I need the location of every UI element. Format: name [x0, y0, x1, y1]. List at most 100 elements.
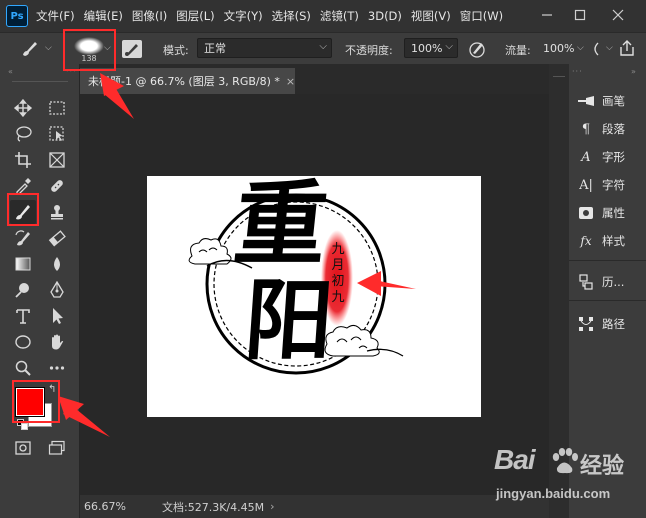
menu-image[interactable]: 图像(I) — [132, 8, 167, 24]
panel-label: 字符 — [602, 178, 625, 192]
menu-bar: Ps 文件(F) 编辑(E) 图像(I) 图层(L) 文字(Y) 选择(S) 滤… — [0, 0, 646, 32]
brush-settings-icon[interactable] — [122, 40, 142, 58]
pressure-opacity-icon[interactable] — [467, 39, 487, 62]
panel-label: 字形 — [602, 150, 625, 164]
opacity-label: 不透明度: — [345, 44, 393, 57]
watermark-url: jingyan.baidu.com — [496, 486, 611, 501]
menu-file[interactable]: 文件(F) — [36, 8, 75, 24]
panel-paragraph[interactable]: ¶ 段落 — [575, 117, 625, 141]
hand-tool-icon[interactable] — [44, 330, 70, 354]
panel-history[interactable]: 历... — [575, 270, 624, 294]
chevron-down-icon: ⌵ — [319, 41, 327, 52]
mode-dropdown[interactable]: 正常 ⌵ — [197, 38, 332, 58]
properties-icon — [575, 204, 597, 222]
glyphs-icon: A — [581, 149, 591, 165]
char-yang: 阳 — [241, 268, 337, 372]
watermark-suffix: 经验 — [580, 454, 625, 479]
collapse-right-icon[interactable]: » — [631, 67, 637, 76]
highlight-brush-tool — [7, 193, 39, 226]
panel-glyphs[interactable]: A 字形 — [575, 145, 625, 169]
flow-value: 100% — [543, 41, 575, 55]
collapse-left-icon[interactable]: « — [8, 67, 14, 76]
menu-layer[interactable]: 图层(L) — [176, 8, 214, 24]
menu-select[interactable]: 选择(S) — [272, 8, 311, 24]
panel-character[interactable]: A| 字符 — [575, 173, 625, 197]
lasso-tool-icon[interactable] — [10, 122, 36, 146]
gradient-tool-icon[interactable] — [10, 252, 36, 276]
quick-mask-icon[interactable] — [10, 436, 36, 460]
document-tab-bar: 未标题-1 @ 66.7% (图层 3, RGB/8) * × — [80, 64, 549, 94]
panel-properties[interactable]: 属性 — [575, 201, 625, 225]
menu-edit[interactable]: 编辑(E) — [84, 8, 123, 24]
flow-field[interactable]: 100% — [540, 38, 576, 58]
type-tool-icon[interactable] — [10, 304, 36, 328]
mode-label: 模式: — [163, 44, 189, 57]
pen-tool-icon[interactable] — [44, 278, 70, 302]
status-bar: 66.67% 文档:527.3K/4.45M › — [80, 495, 549, 518]
baidu-watermark: Bai 经验 jingyan.baidu.com — [494, 444, 640, 506]
document-canvas[interactable]: 重 阳 九 月 初 九 — [147, 170, 481, 417]
document-info: 文档:527.3K/4.45M — [162, 500, 265, 514]
zoom-level[interactable]: 66.67% — [84, 500, 156, 513]
document-title: 未标题-1 @ 66.7% (图层 3, RGB/8) * — [88, 75, 280, 88]
panel-styles[interactable]: fx 样式 — [575, 229, 625, 253]
menu-type[interactable]: 文字(Y) — [224, 8, 263, 24]
panel-label: 路径 — [602, 317, 625, 331]
more-chevron-icon[interactable]: ⌵ — [606, 43, 613, 53]
menu-filter[interactable]: 滤镜(T) — [320, 8, 359, 24]
more-tools-icon[interactable] — [44, 356, 70, 380]
history-brush-tool-icon[interactable] — [10, 226, 36, 250]
char-chong: 重 — [229, 170, 333, 278]
status-menu-icon[interactable]: › — [270, 500, 274, 513]
seal-text: 九 月 初 九 — [329, 242, 347, 306]
screen-mode-icon[interactable] — [44, 436, 70, 460]
eraser-tool-icon[interactable] — [44, 226, 70, 250]
panel-paths[interactable]: 路径 — [575, 312, 625, 336]
seal-char: 九 — [331, 242, 345, 257]
close-icon[interactable] — [604, 2, 632, 28]
flow-chevron-icon[interactable]: ⌵ — [577, 43, 584, 53]
frame-tool-icon[interactable] — [44, 148, 70, 172]
highlight-brush-preset — [63, 29, 116, 71]
menu-3d[interactable]: 3D(D) — [368, 9, 402, 23]
brush-tool-icon[interactable] — [20, 40, 40, 61]
menu-view[interactable]: 视图(V) — [411, 8, 451, 24]
opacity-value: 100% — [411, 41, 443, 55]
panel-grip-icon[interactable]: ··· — [572, 67, 583, 76]
zoom-tool-icon[interactable] — [10, 356, 36, 380]
share-icon[interactable] — [618, 39, 636, 60]
move-tool-icon[interactable] — [10, 96, 36, 120]
tools-panel: « ··· ↰ — [0, 64, 80, 518]
document-tab[interactable]: 未标题-1 @ 66.7% (图层 3, RGB/8) * × — [80, 68, 295, 94]
dodge-tool-icon[interactable] — [10, 278, 36, 302]
panel-label: 画笔 — [602, 94, 625, 108]
ellipse-tool-icon[interactable] — [10, 330, 36, 354]
history-icon — [575, 273, 597, 291]
photoshop-logo: Ps — [6, 5, 28, 27]
blur-tool-icon[interactable] — [44, 252, 70, 276]
menu-window[interactable]: 窗口(W) — [460, 8, 503, 24]
seal-char: 九 — [331, 290, 345, 305]
airbrush-icon[interactable] — [590, 41, 604, 60]
paragraph-icon: ¶ — [581, 121, 591, 137]
chevron-down-icon: ⌵ — [445, 41, 453, 52]
marquee-tool-icon[interactable] — [44, 96, 70, 120]
panel-brush[interactable]: 画笔 — [575, 89, 625, 113]
brush-panel-icon — [575, 92, 597, 110]
object-select-tool-icon[interactable] — [44, 122, 70, 146]
paths-icon — [575, 315, 597, 333]
panel-label: 段落 — [602, 122, 625, 136]
path-selection-tool-icon[interactable] — [44, 304, 70, 328]
maximize-icon[interactable] — [566, 2, 594, 28]
clone-stamp-tool-icon[interactable] — [44, 200, 70, 224]
flow-label: 流量: — [505, 44, 531, 57]
panel-label: 样式 — [602, 234, 625, 248]
opacity-field[interactable]: 100% ⌵ — [404, 38, 458, 58]
close-tab-icon[interactable]: × — [286, 75, 295, 88]
crop-tool-icon[interactable] — [10, 148, 36, 172]
minimize-icon[interactable] — [533, 2, 561, 28]
styles-icon: fx — [580, 234, 592, 248]
healing-brush-tool-icon[interactable] — [44, 174, 70, 198]
mode-value: 正常 — [204, 42, 226, 55]
tool-preset-chevron-icon[interactable]: ⌵ — [45, 43, 52, 53]
